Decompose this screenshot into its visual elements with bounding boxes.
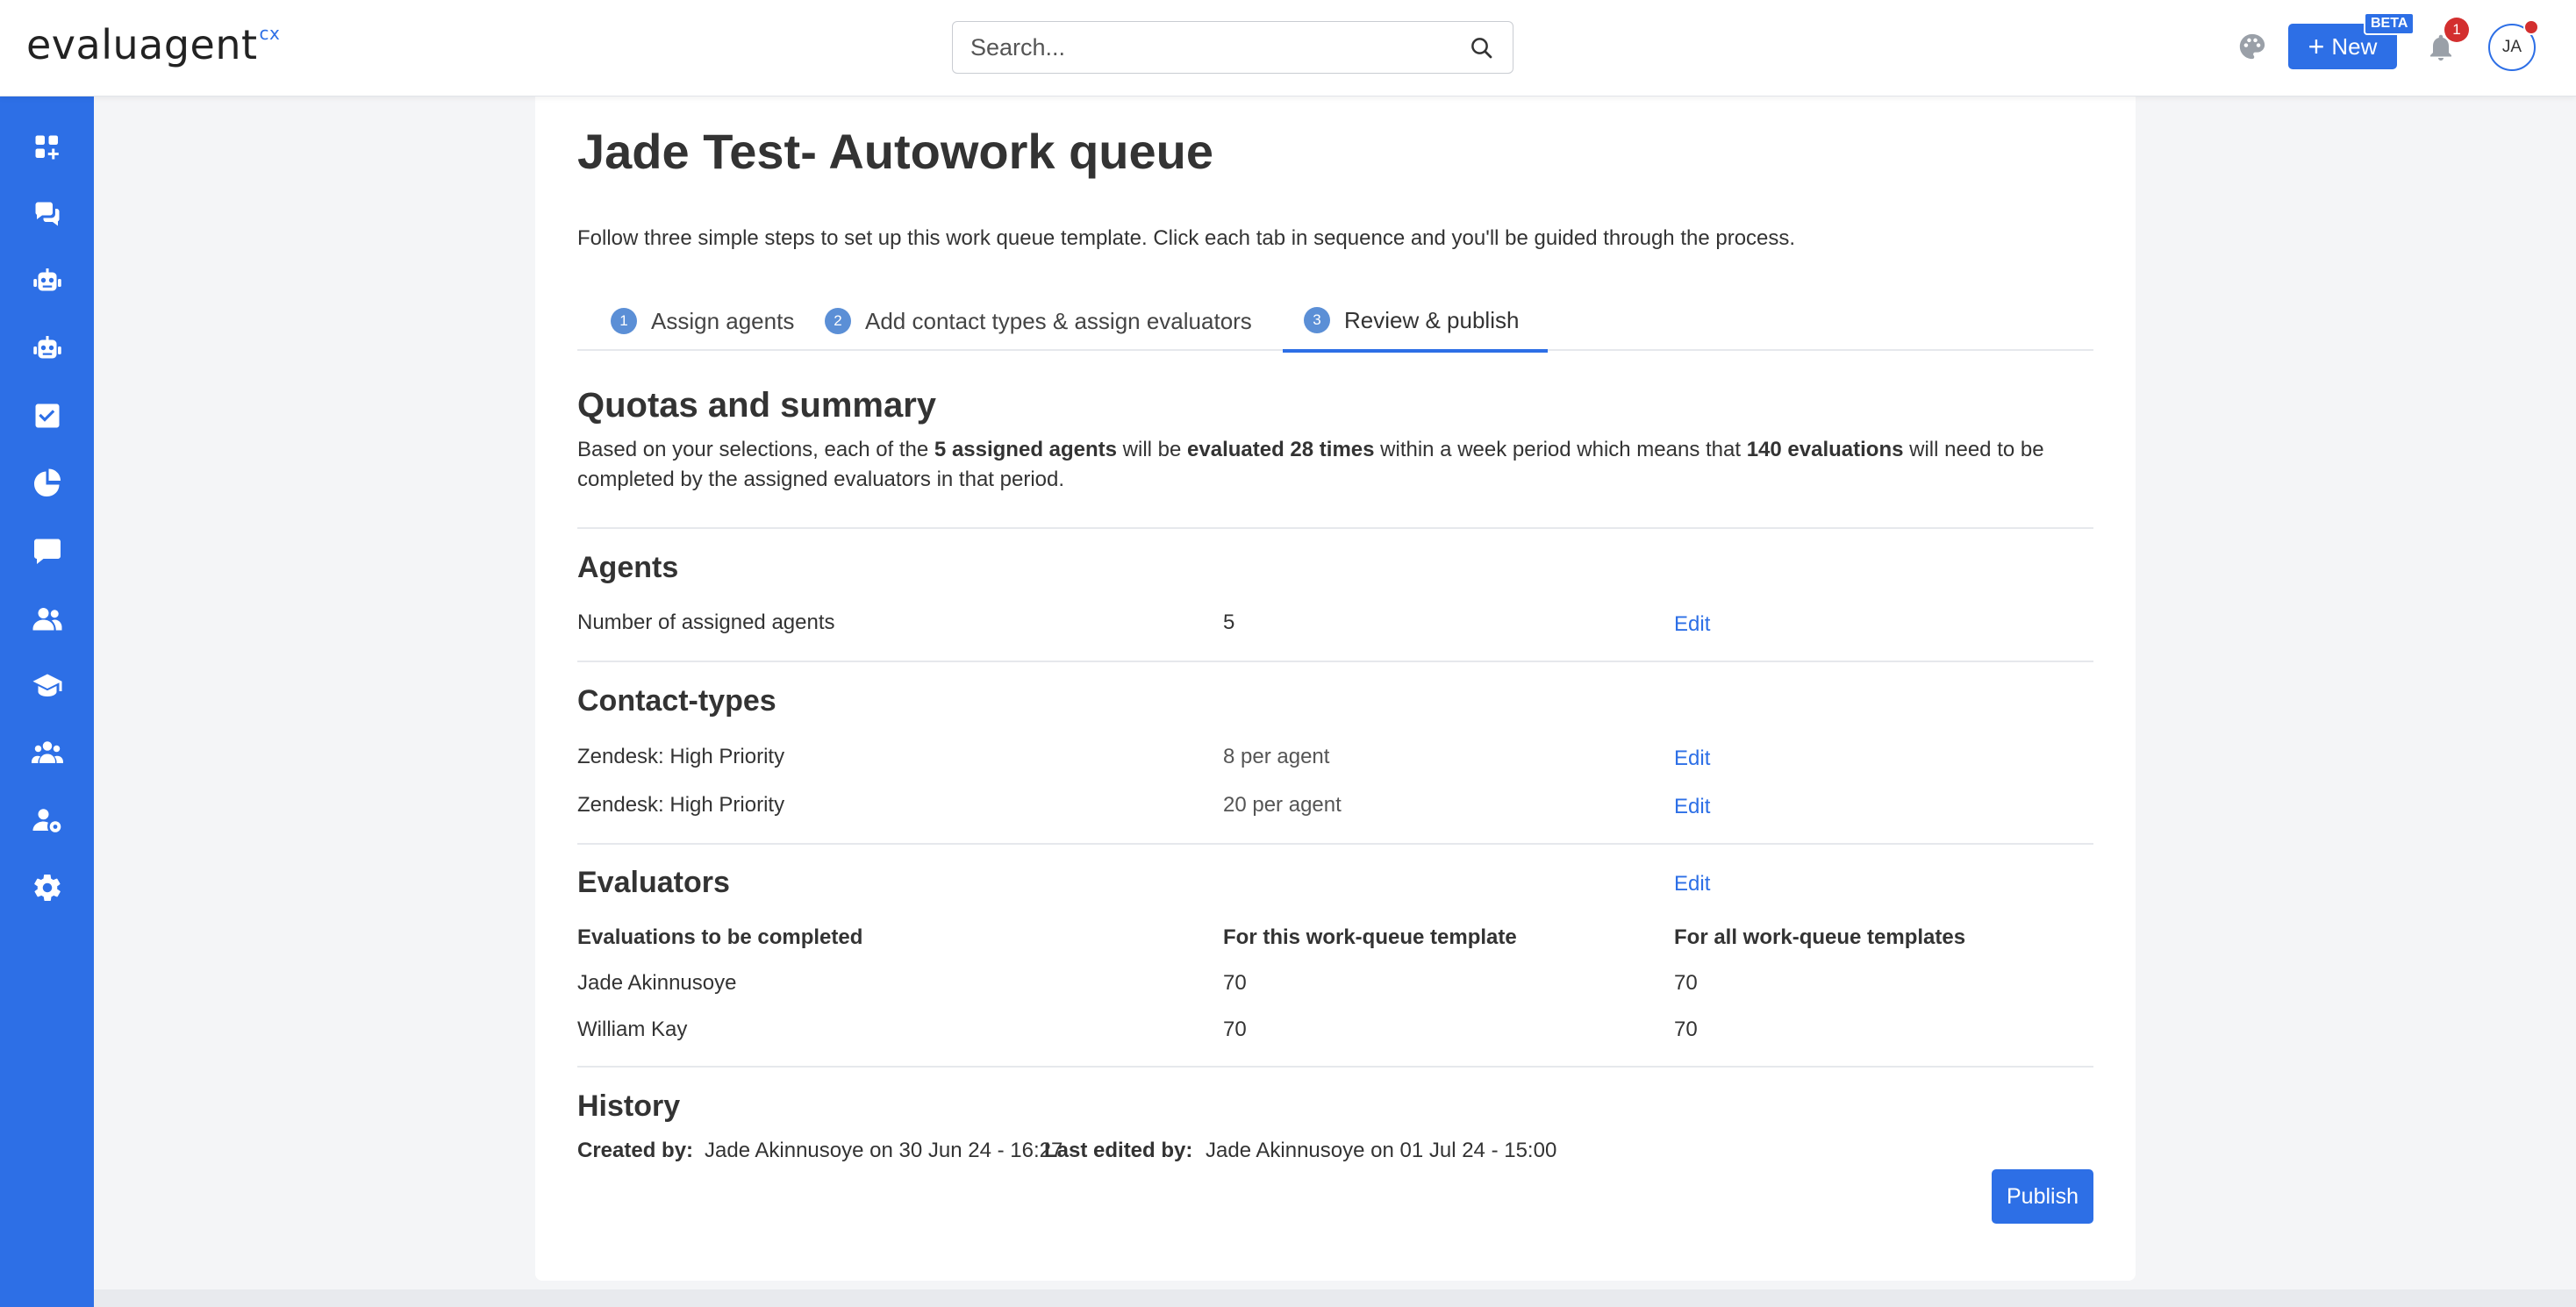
contact-types-heading: Contact-types [577, 684, 776, 718]
divider [577, 661, 2093, 662]
tab-assign-agents[interactable]: 1 Assign agents [590, 291, 815, 351]
last-edited-label: Last edited by: [1044, 1139, 1193, 1162]
created-by-value: Jade Akinnusoye on 30 Jun 24 - 16:27 [705, 1139, 1063, 1162]
step-tabs: 1 Assign agents 2 Add contact types & as… [577, 291, 2093, 353]
app-logo[interactable]: evaluagent cx [26, 21, 280, 68]
user-settings-icon [32, 809, 61, 832]
sidebar-item-conversations[interactable] [0, 188, 94, 240]
evaluator-name: William Kay [577, 1018, 688, 1041]
page-footer-shade [94, 1289, 2576, 1307]
comment-icon [33, 539, 61, 564]
agents-heading: Agents [577, 551, 679, 584]
sidebar-item-teams[interactable] [0, 726, 94, 779]
history-heading: History [577, 1089, 681, 1123]
summary-heading: Quotas and summary [577, 386, 937, 425]
divider [577, 527, 2093, 529]
step-number: 2 [825, 308, 851, 334]
evaluator-total-count: 70 [1674, 1018, 1698, 1041]
new-button-label: New [2331, 32, 2378, 60]
top-bar: evaluagentcx +New BETA 1 JA [0, 0, 2576, 96]
contact-type-quota: 20 per agent [1223, 793, 1342, 817]
divider [577, 1066, 2093, 1068]
contact-type-name: Zendesk: High Priority [577, 793, 785, 817]
publish-button-label: Publish [2007, 1183, 2079, 1209]
settings-gear-icon [33, 875, 61, 901]
tab-label: Review & publish [1344, 306, 1520, 333]
tab-contact-types[interactable]: 2 Add contact types & assign evaluators [804, 291, 1273, 351]
pie-chart-icon [33, 468, 61, 496]
avatar-initials: JA [2501, 38, 2522, 56]
step-number: 1 [611, 308, 637, 334]
page-intro: Follow three simple steps to set up this… [577, 226, 1796, 250]
search-icon[interactable] [1469, 35, 1495, 61]
evaluator-template-count: 70 [1223, 971, 1247, 995]
evaluator-template-count: 70 [1223, 1018, 1247, 1041]
evaluator-total-count: 70 [1674, 971, 1698, 995]
agents-count-label: Number of assigned agents [577, 611, 835, 634]
edit-agents-link[interactable]: Edit [1674, 612, 1710, 637]
sidebar-item-automation[interactable] [0, 255, 94, 308]
tab-review-publish[interactable]: 3 Review & publish [1283, 291, 1548, 353]
tab-label: Assign agents [651, 307, 795, 334]
column-header: Evaluations to be completed [577, 925, 863, 949]
step-number: 3 [1304, 307, 1330, 333]
palette-icon[interactable] [2237, 32, 2267, 61]
sidebar-item-settings[interactable] [0, 861, 94, 914]
sidebar-item-reports[interactable] [0, 457, 94, 510]
page-title: Jade Test- Autowork queue [577, 124, 1213, 179]
contact-type-name: Zendesk: High Priority [577, 745, 785, 768]
graduation-cap-icon [32, 674, 61, 696]
sidebar-item-ai[interactable] [0, 323, 94, 375]
logo-suffix: cx [259, 23, 281, 44]
edit-contact-type-link[interactable]: Edit [1674, 746, 1710, 771]
users-icon [32, 608, 61, 631]
sidebar-item-feedback[interactable] [0, 525, 94, 577]
robot-alt-icon [32, 336, 61, 359]
sidebar-item-dashboards[interactable] [0, 121, 94, 174]
notification-badge: 1 [2444, 18, 2469, 42]
robot-icon [32, 268, 61, 291]
edit-contact-type-link[interactable]: Edit [1674, 795, 1710, 819]
conversations-icon [35, 202, 59, 226]
sidebar-item-learning[interactable] [0, 660, 94, 712]
beta-badge: BETA [2364, 12, 2415, 35]
evaluators-heading: Evaluators [577, 866, 730, 899]
publish-button[interactable]: Publish [1992, 1169, 2093, 1224]
column-header: For this work-queue template [1223, 925, 1517, 949]
contact-type-quota: 8 per agent [1223, 745, 1330, 768]
search-box [952, 21, 1513, 74]
logo-text: evaluagent [26, 21, 258, 68]
dashboard-add-icon [35, 135, 59, 160]
checkbox-icon [35, 404, 59, 428]
column-header: For all work-queue templates [1674, 925, 1966, 949]
divider [577, 843, 2093, 845]
last-edited-value: Jade Akinnusoye on 01 Jul 24 - 15:00 [1206, 1139, 1557, 1162]
sidebar-item-agents[interactable] [0, 592, 94, 645]
sidebar [0, 96, 94, 1307]
sidebar-item-user-management[interactable] [0, 794, 94, 846]
team-icon [31, 741, 63, 763]
evaluator-name: Jade Akinnusoye [577, 971, 737, 995]
tab-label: Add contact types & assign evaluators [865, 307, 1252, 334]
created-by-label: Created by: [577, 1139, 694, 1162]
agents-count-value: 5 [1223, 611, 1235, 634]
summary-text: Based on your selections, each of the 5 … [577, 438, 2044, 491]
sidebar-item-evaluations[interactable] [0, 389, 94, 442]
avatar-status-dot [2523, 19, 2539, 35]
search-input[interactable] [953, 22, 1444, 73]
plus-icon: + [2308, 31, 2325, 62]
edit-evaluators-link[interactable]: Edit [1674, 872, 1710, 896]
